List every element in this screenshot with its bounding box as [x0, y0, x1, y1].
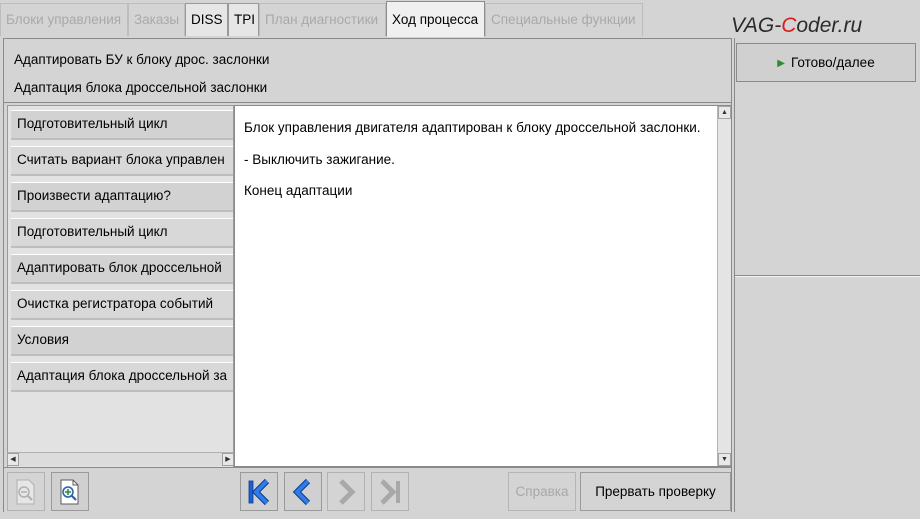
step-item[interactable]: Адаптировать блок дроссельной [11, 254, 233, 284]
tab-process-flow[interactable]: Ход процесса [386, 1, 485, 37]
step-list[interactable]: Подготовительный цикл Считать вариант бл… [7, 105, 234, 498]
tab-diss[interactable]: DISS [185, 3, 228, 36]
ready-next-button[interactable]: ▶ Готово/далее [736, 43, 916, 82]
header-divider [4, 102, 731, 103]
step-item[interactable]: Произвести адаптацию? [11, 182, 233, 212]
scroll-right-icon[interactable]: ▶ [222, 453, 234, 466]
first-step-button[interactable] [240, 472, 278, 511]
step-item[interactable]: Адаптация блока дроссельной за [11, 362, 233, 392]
tab-bar: Блоки управления Заказы DISS TPI План ди… [0, 0, 920, 37]
last-page-icon [380, 478, 400, 505]
procedure-title: Адаптировать БУ к блоку дрос. заслонки [14, 52, 270, 67]
play-icon: ▶ [777, 58, 785, 69]
scroll-up-icon[interactable]: ▲ [718, 106, 731, 119]
step-item[interactable]: Подготовительный цикл [11, 110, 233, 140]
scroll-down-icon[interactable]: ▼ [718, 453, 731, 466]
right-panel-divider [735, 275, 920, 277]
message-line: Конец адаптации [244, 183, 353, 198]
message-vertical-scrollbar[interactable]: ▲ ▼ [717, 106, 731, 466]
tab-orders[interactable]: Заказы [128, 3, 185, 36]
watermark-logo: VAG-Coder.ru [731, 14, 863, 37]
help-button[interactable]: Справка [508, 472, 576, 511]
first-page-icon [248, 478, 270, 505]
zoom-out-icon [16, 479, 35, 504]
step-item[interactable]: Условия [11, 326, 233, 356]
previous-page-icon [292, 478, 311, 505]
zoom-in-icon [60, 479, 79, 504]
next-page-icon [339, 478, 356, 505]
right-panel: ▶ Готово/далее [734, 38, 920, 512]
tab-special-functions[interactable]: Специальные функции [485, 3, 643, 36]
message-line: Блок управления двигателя адаптирован к … [244, 120, 701, 135]
step-item[interactable]: Очистка регистратора событий [11, 290, 233, 320]
main-panel: Адаптировать БУ к блоку дрос. заслонки А… [3, 38, 732, 512]
tab-control-units[interactable]: Блоки управления [0, 3, 128, 36]
abort-check-button[interactable]: Прервать проверку [580, 472, 731, 511]
step-list-horizontal-scrollbar[interactable]: ◀ ▶ [7, 452, 234, 466]
application-window: Блоки управления Заказы DISS TPI План ди… [0, 0, 920, 519]
next-step-button[interactable] [327, 472, 365, 511]
procedure-subtitle: Адаптация блока дроссельной заслонки [14, 80, 268, 95]
tab-tpi[interactable]: TPI [228, 3, 259, 36]
ready-next-label: Готово/далее [790, 55, 875, 70]
message-line: - Выключить зажигание. [244, 152, 395, 167]
last-step-button[interactable] [371, 472, 409, 511]
step-item[interactable]: Считать вариант блока управлен [11, 146, 233, 176]
zoom-in-button[interactable] [51, 472, 89, 511]
previous-step-button[interactable] [284, 472, 322, 511]
tab-diagnostic-plan[interactable]: План диагностики [259, 3, 386, 36]
bottom-toolbar: Справка Прервать проверку [4, 467, 731, 512]
zoom-out-button[interactable] [7, 472, 45, 511]
step-item[interactable]: Подготовительный цикл [11, 218, 233, 248]
scroll-left-icon[interactable]: ◀ [7, 453, 19, 466]
message-area: Блок управления двигателя адаптирован к … [234, 105, 732, 467]
